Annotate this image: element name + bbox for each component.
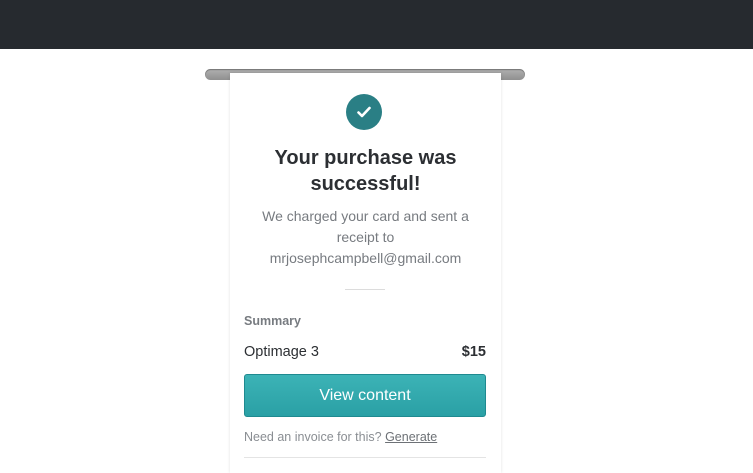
success-badge xyxy=(346,94,382,130)
top-bar xyxy=(0,0,753,49)
view-content-button[interactable]: View content xyxy=(244,374,486,417)
invoice-prompt: Need an invoice for this? xyxy=(244,430,382,444)
invoice-row: Need an invoice for this? Generate xyxy=(244,430,437,444)
customer-email: mrjosephcampbell@gmail.com xyxy=(269,250,462,266)
divider xyxy=(345,289,385,290)
confirmation-message: We charged your card and sent a receipt … xyxy=(244,206,487,269)
message-line: We charged your card and sent a xyxy=(262,208,469,224)
item-price: $15 xyxy=(461,344,486,360)
summary-label: Summary xyxy=(244,314,301,328)
message-line: receipt to xyxy=(336,229,395,245)
receipt-card: Your purchase was successful! We charged… xyxy=(230,73,501,473)
generate-invoice-link[interactable]: Generate xyxy=(385,430,437,444)
divider xyxy=(244,457,486,458)
checkmark-icon xyxy=(357,106,371,118)
success-title: Your purchase was successful! xyxy=(274,147,457,195)
item-name: Optimage 3 xyxy=(244,344,319,360)
